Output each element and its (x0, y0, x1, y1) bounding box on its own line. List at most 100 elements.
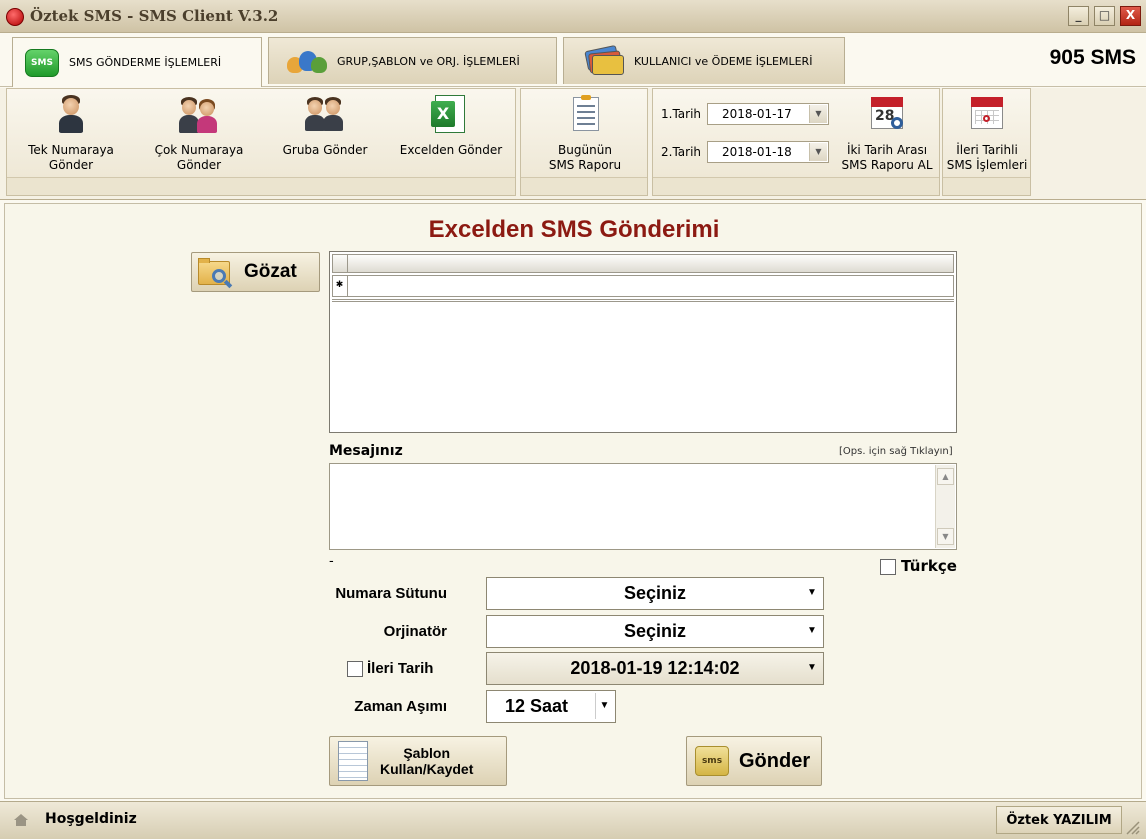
chevron-down-icon[interactable]: ▼ (595, 693, 613, 719)
send-group-button[interactable]: Gruba Gönder (263, 95, 387, 175)
send-single-label: Tek Numaraya (28, 143, 114, 157)
range-report-button[interactable]: 28 İki Tarih Arası SMS Raporu AL (833, 95, 941, 175)
send-single-button[interactable]: Tek Numaraya Gönder (9, 95, 133, 175)
turkce-checkbox[interactable] (880, 559, 896, 575)
person-icon (51, 95, 91, 135)
today-report-label-2: SMS Raporu (548, 158, 622, 172)
send-label: Gönder (739, 749, 811, 772)
scroll-down-icon[interactable]: ▼ (937, 528, 954, 545)
new-row-icon: ✱ (332, 275, 348, 297)
sms-icon: SMS (25, 48, 59, 77)
today-report-label: Bugünün (558, 143, 612, 157)
send-excel-button[interactable]: X Excelden Gönder (389, 95, 513, 175)
tab-label: SMS GÖNDERME İŞLEMLERİ (69, 56, 222, 69)
send-multi-label-2: Gönder (176, 158, 222, 172)
today-report-group: Bugünün SMS Raporu (520, 88, 648, 196)
two-people-icon (179, 95, 219, 135)
schedule-datetime-value: 2018-01-19 12:14:02 (570, 658, 740, 678)
grid-header (332, 254, 954, 273)
date2-picker[interactable]: 2018-01-18 ▼ (707, 141, 829, 163)
send-button[interactable]: sms Gönder (686, 736, 822, 786)
chevron-down-icon[interactable]: ▼ (803, 655, 821, 681)
template-label: Şablon Kullan/Kaydet (380, 745, 473, 777)
tab-strip: SMS SMS GÖNDERME İŞLEMLERİ GRUP,ŞABLON v… (0, 34, 1146, 87)
calendar-search-icon: 28 (867, 95, 907, 135)
status-company: Öztek YAZILIM (996, 806, 1122, 834)
grid-new-row[interactable] (332, 275, 954, 297)
scheduled-sms-button[interactable]: İleri Tarihli SMS İşlemleri (945, 95, 1029, 175)
document-icon (338, 741, 368, 781)
template-label-line1: Şablon (403, 745, 451, 761)
date2-label: 2.Tarih (661, 145, 702, 159)
excel-data-grid[interactable]: ✱ (329, 251, 957, 433)
ribbon: Tek Numaraya Gönder Çok Numaraya Gönder (0, 88, 1146, 200)
message-label: Mesajınız (329, 443, 403, 459)
group-people-icon (305, 95, 345, 135)
turkce-label: Türkçe (901, 557, 957, 575)
group-icon (287, 47, 327, 75)
grid-select-all[interactable] (332, 254, 348, 273)
scheduled-group: İleri Tarihli SMS İşlemleri (942, 88, 1031, 196)
message-hint: [Ops. için sağ Tıklayın] (839, 446, 953, 457)
timeout-value: 12 Saat (505, 696, 569, 716)
range-report-label: İki Tarih Arası (846, 143, 928, 157)
originator-label: Orjinatör (383, 623, 447, 640)
message-textarea[interactable]: ▲ ▼ (329, 463, 957, 550)
number-column-select[interactable]: Seçiniz ▼ (486, 577, 824, 610)
resize-grip-icon[interactable] (1124, 819, 1140, 835)
chevron-down-icon[interactable]: ▼ (809, 105, 827, 123)
send-single-label-2: Gönder (48, 158, 94, 172)
schedule-label: İleri Tarih (367, 660, 434, 677)
maximize-button[interactable]: □ (1094, 6, 1115, 26)
timeout-select[interactable]: 12 Saat ▼ (486, 690, 616, 723)
tab-label: GRUP,ŞABLON ve ORJ. İŞLEMLERİ (337, 54, 520, 68)
chevron-down-icon[interactable]: ▼ (803, 618, 821, 644)
status-welcome: Hoşgeldiniz (45, 811, 137, 827)
char-count: - (329, 554, 334, 569)
main-panel: Excelden SMS Gönderimi Gözat ✱ Mesajınız… (4, 203, 1142, 799)
today-report-button[interactable]: Bugünün SMS Raporu (523, 95, 647, 175)
sms-credit-count: 905 SMS (1049, 46, 1136, 69)
tab-label: KULLANICI ve ÖDEME İŞLEMLERİ (634, 54, 813, 68)
send-group-label: Gruba Gönder (282, 143, 368, 157)
chevron-down-icon[interactable]: ▼ (809, 143, 827, 161)
timeout-label: Zaman Aşımı (354, 698, 447, 715)
template-button[interactable]: Şablon Kullan/Kaydet (329, 736, 507, 786)
app-logo-icon (6, 8, 24, 26)
date-range-group: 1.Tarih 2018-01-17 ▼ 2.Tarih 2018-01-18 … (652, 88, 940, 196)
credit-cards-icon (584, 44, 624, 76)
close-button[interactable]: X (1120, 6, 1141, 26)
calendar-icon (967, 95, 1007, 135)
window-title: Öztek SMS - SMS Client V.3.2 (30, 7, 279, 25)
template-label-line2: Kullan/Kaydet (380, 761, 474, 777)
scheduled-sms-label-2: SMS İşlemleri (946, 158, 1028, 172)
date1-value: 2018-01-17 (722, 107, 792, 121)
send-multi-button[interactable]: Çok Numaraya Gönder (137, 95, 261, 175)
tab-sms-send[interactable]: SMS SMS GÖNDERME İŞLEMLERİ (12, 37, 262, 87)
title-bar: Öztek SMS - SMS Client V.3.2 _ □ X (0, 0, 1146, 33)
browse-label: Gözat (244, 261, 297, 282)
send-multi-label: Çok Numaraya (154, 143, 244, 157)
date1-picker[interactable]: 2018-01-17 ▼ (707, 103, 829, 125)
home-icon (14, 814, 28, 826)
number-column-label: Numara Sütunu (335, 585, 447, 602)
chevron-down-icon[interactable]: ▼ (803, 580, 821, 606)
message-scrollbar[interactable]: ▲ ▼ (935, 465, 955, 548)
send-group: Tek Numaraya Gönder Çok Numaraya Gönder (6, 88, 516, 196)
tab-groups-templates[interactable]: GRUP,ŞABLON ve ORJ. İŞLEMLERİ (268, 37, 557, 84)
originator-value: Seçiniz (623, 621, 687, 641)
range-report-label-2: SMS Raporu AL (841, 158, 933, 172)
browse-button[interactable]: Gözat (191, 252, 320, 292)
excel-icon: X (431, 95, 471, 135)
number-column-value: Seçiniz (623, 583, 687, 603)
sms-send-icon: sms (695, 746, 729, 776)
tab-user-payment[interactable]: KULLANICI ve ÖDEME İŞLEMLERİ (563, 37, 845, 84)
folder-search-icon (196, 255, 236, 289)
schedule-datetime-picker[interactable]: 2018-01-19 12:14:02 ▼ (486, 652, 824, 685)
originator-select[interactable]: Seçiniz ▼ (486, 615, 824, 648)
scheduled-sms-label: İleri Tarihli (956, 143, 1018, 157)
scroll-up-icon[interactable]: ▲ (937, 468, 954, 485)
schedule-checkbox[interactable] (347, 661, 363, 677)
minimize-button[interactable]: _ (1068, 6, 1089, 26)
report-icon (565, 95, 605, 135)
